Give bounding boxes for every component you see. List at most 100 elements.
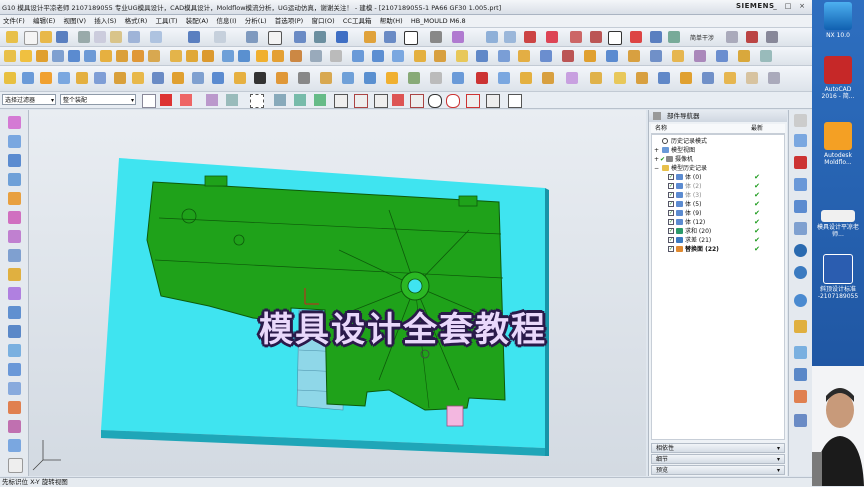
tools-icon[interactable] [794, 390, 807, 403]
mirror-icon[interactable] [434, 50, 446, 62]
view-tools-icon[interactable] [8, 439, 21, 452]
library-icon[interactable] [794, 200, 807, 213]
more-icon[interactable] [766, 31, 778, 43]
bridge-curve-icon[interactable] [430, 72, 442, 84]
material-icon[interactable] [746, 72, 758, 84]
project-curve-icon[interactable] [342, 72, 354, 84]
collapse-icon[interactable]: − [654, 164, 659, 173]
assembly-navigator-icon[interactable] [8, 116, 21, 129]
simple-interference-label[interactable]: 简单干涉 [690, 33, 714, 42]
constraint-icon[interactable] [794, 156, 807, 169]
unite-icon[interactable] [170, 50, 182, 62]
check-icon[interactable] [668, 31, 680, 43]
globe-icon[interactable] [794, 222, 807, 235]
insert-pocket-icon[interactable] [724, 72, 736, 84]
maximize-button[interactable]: □ [783, 2, 793, 11]
tree-item-replace-face[interactable]: ✓ 替换面 (22) ✔ [652, 245, 782, 254]
tree-item-body[interactable]: ✓ 体 (3) ✔ [652, 191, 782, 200]
close-button[interactable]: × [797, 2, 807, 11]
gear-icon[interactable] [794, 114, 807, 127]
checkbox[interactable]: ✓ [668, 201, 674, 207]
auto-blend-icon[interactable] [680, 72, 692, 84]
bom-icon[interactable] [760, 50, 772, 62]
zoom-icon[interactable] [294, 31, 306, 43]
extend-sheet-icon[interactable] [132, 72, 144, 84]
tree-item-unite[interactable]: ✓ 求和 (20) ✔ [652, 227, 782, 236]
pin-icon[interactable] [653, 112, 661, 120]
edge-blend-icon[interactable] [222, 50, 234, 62]
mold-navigator-icon[interactable] [8, 363, 21, 376]
tube-icon[interactable] [254, 72, 266, 84]
core-cavity-icon[interactable] [606, 50, 618, 62]
trim-body-icon[interactable] [290, 50, 302, 62]
mold-wizard-icon[interactable] [562, 50, 574, 62]
thicken-icon[interactable] [456, 50, 468, 62]
face-icon[interactable] [294, 94, 306, 106]
role-icon[interactable] [794, 346, 807, 359]
shaded-icon[interactable] [364, 31, 376, 43]
through-curves-icon[interactable] [498, 50, 510, 62]
snap-icon[interactable] [608, 31, 622, 45]
save-icon[interactable] [56, 31, 68, 43]
slider-icon[interactable] [694, 50, 706, 62]
surface-tools-icon[interactable] [8, 382, 21, 395]
electrode-tools-icon[interactable] [8, 401, 21, 414]
render-style-icon[interactable] [384, 31, 396, 43]
intersect-icon[interactable] [202, 50, 214, 62]
isoparametric-icon[interactable] [386, 72, 398, 84]
menu-preferences[interactable]: 首选项(P) [272, 15, 307, 27]
reuse-library-icon[interactable] [8, 173, 21, 186]
rib-icon[interactable] [320, 72, 332, 84]
palette-icon[interactable] [794, 320, 807, 333]
sweep-icon[interactable] [234, 72, 246, 84]
desktop-icon-moldflow[interactable]: Autodesk Moldflo... [816, 122, 860, 166]
grid-icon[interactable] [508, 94, 522, 108]
pocket-icon[interactable] [132, 50, 144, 62]
tree-item-cameras[interactable]: + ✔ 摄像机 [652, 155, 782, 164]
drawing-icon[interactable] [768, 72, 780, 84]
part-icon[interactable] [794, 178, 807, 191]
edge-patch-icon[interactable] [590, 72, 602, 84]
join-curve-icon[interactable] [452, 72, 464, 84]
draft-icon[interactable] [272, 50, 284, 62]
panel-preview[interactable]: 预览 ▾ [651, 465, 785, 475]
trim-solid-icon[interactable] [542, 72, 554, 84]
clearance-icon[interactable] [746, 31, 758, 43]
menu-analysis[interactable]: 分析(L) [242, 15, 270, 27]
section-icon[interactable] [486, 31, 498, 43]
trim-sheet-icon[interactable] [114, 72, 126, 84]
analysis-icon[interactable] [794, 414, 807, 427]
extrude-icon[interactable] [20, 50, 32, 62]
checkbox[interactable]: ✓ [668, 246, 674, 252]
cooling-icon[interactable] [716, 50, 728, 62]
surface-icon[interactable] [476, 50, 488, 62]
parting-icon[interactable] [584, 50, 596, 62]
menu-file[interactable]: 文件(F) [0, 15, 28, 27]
delete-face-icon[interactable] [392, 50, 404, 62]
standard-part-icon[interactable] [650, 50, 662, 62]
role-icon[interactable] [8, 306, 21, 319]
system-material-icon[interactable] [8, 249, 21, 262]
datum-plane-icon[interactable] [22, 72, 34, 84]
split-body-icon[interactable] [310, 50, 322, 62]
existing-point-icon[interactable] [466, 94, 480, 108]
pad-icon[interactable] [148, 50, 160, 62]
tree-item-body[interactable]: ✓ 体 (5) ✔ [652, 200, 782, 209]
column-latest[interactable]: 最新 [751, 124, 763, 133]
intersect-curve-icon[interactable] [364, 72, 376, 84]
expand-icon[interactable]: + [654, 155, 659, 164]
tree-item-model-views[interactable]: + 模型视图 [652, 146, 782, 155]
graphics-window[interactable]: 模具设计全套教程 [29, 110, 646, 476]
reference-blend-icon[interactable] [658, 72, 670, 84]
menu-edit[interactable]: 编辑(E) [30, 15, 58, 27]
split-solid-icon[interactable] [520, 72, 532, 84]
boss-icon[interactable] [116, 50, 128, 62]
assembly-icon[interactable] [794, 134, 807, 147]
menu-assembly[interactable]: 装配(A) [183, 15, 212, 27]
sketch-icon[interactable] [4, 50, 16, 62]
open-folder-icon[interactable] [40, 31, 52, 43]
point-set-icon[interactable] [4, 72, 16, 84]
emboss-icon[interactable] [276, 72, 288, 84]
replace-solid-icon[interactable] [636, 72, 648, 84]
constraint-navigator-icon[interactable] [8, 135, 21, 148]
